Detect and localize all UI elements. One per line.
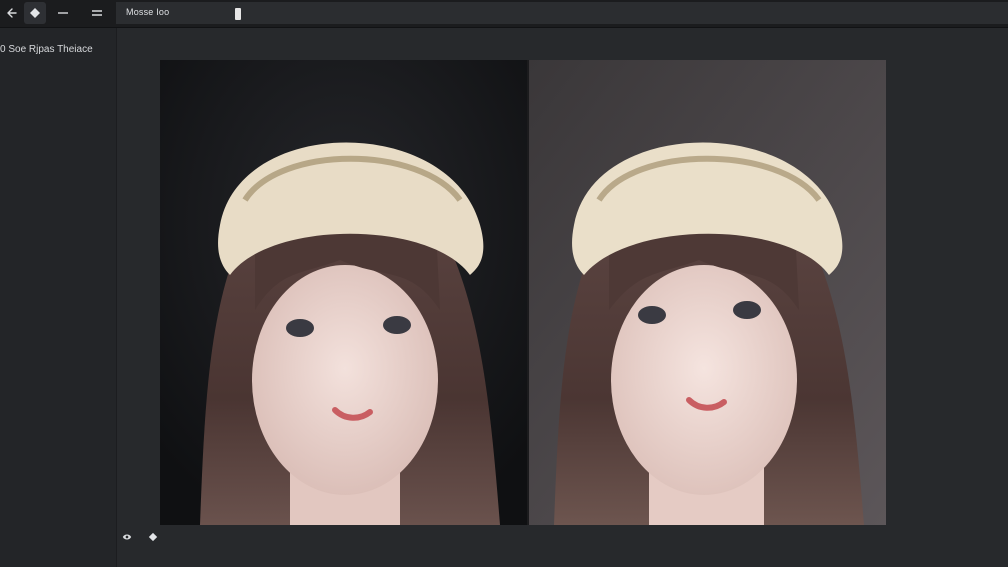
diamond-icon [30, 8, 40, 18]
minimize-button[interactable] [52, 2, 74, 24]
menu-button[interactable] [86, 2, 108, 24]
sidebar-item-layer[interactable]: 0 Soe Rjpas Theiace [0, 40, 116, 58]
minus-icon [58, 12, 68, 14]
portrait-left-artwork [160, 60, 527, 525]
portrait-right [529, 60, 886, 525]
sidebar-item-label: 0 Soe Rjpas Theiace [0, 43, 93, 55]
title-field[interactable]: Mosse Ioo [116, 2, 1008, 24]
image-viewer[interactable] [160, 60, 886, 525]
sidebar: 0 Soe Rjpas Theiace [0, 28, 117, 567]
back-icon [7, 8, 17, 18]
top-toolbar: Mosse Ioo [0, 0, 1008, 28]
diamond-tool-button[interactable] [146, 530, 160, 544]
toggle-visibility-button[interactable] [120, 530, 134, 544]
portrait-left [160, 60, 527, 525]
bottom-toolbar [120, 530, 160, 544]
back-button[interactable] [1, 2, 23, 24]
select-tool-button[interactable] [24, 2, 46, 24]
menu-icon [92, 10, 102, 16]
cursor-marker [235, 8, 241, 20]
document-title: Mosse Ioo [126, 7, 170, 17]
portrait-right-artwork [529, 60, 886, 525]
eye-icon [122, 534, 132, 540]
diamond-icon [148, 532, 158, 542]
